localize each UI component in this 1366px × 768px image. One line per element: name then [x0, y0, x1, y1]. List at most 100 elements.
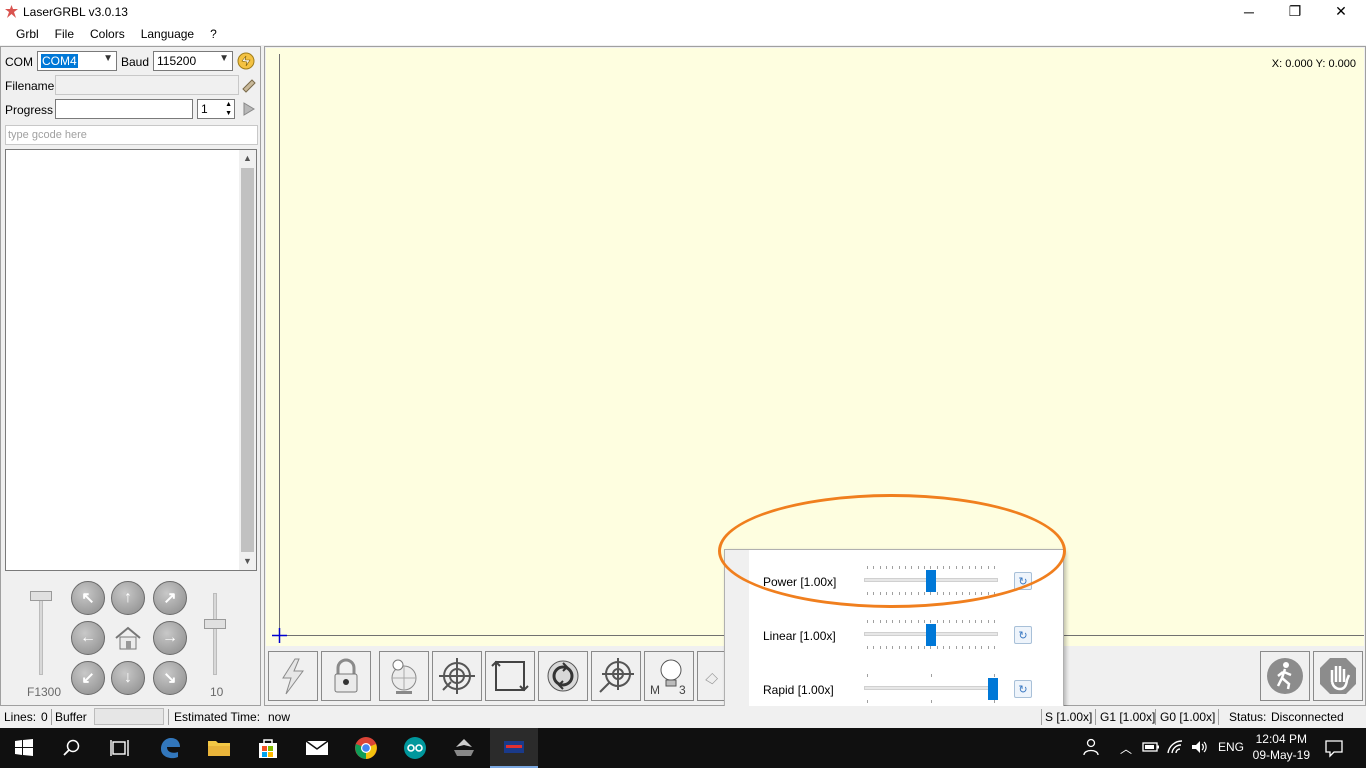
- maximize-button[interactable]: ❐: [1272, 0, 1318, 23]
- jog-down-right-button[interactable]: ↘: [153, 661, 187, 695]
- battery-icon[interactable]: [1142, 740, 1160, 754]
- status-separator: [1095, 709, 1096, 725]
- scroll-down-icon[interactable]: ▼: [239, 553, 256, 570]
- status-label: Status:: [1229, 710, 1267, 724]
- baud-rate-select[interactable]: 115200 ▼: [153, 51, 233, 71]
- lasergrbl-taskbar-button[interactable]: [490, 728, 538, 768]
- scroll-thumb[interactable]: [241, 168, 254, 552]
- speed-slider-thumb[interactable]: [30, 591, 52, 601]
- rapid-reset-button[interactable]: ↻: [1014, 680, 1032, 698]
- crosshair-icon: [439, 658, 475, 694]
- menu-grbl[interactable]: Grbl: [8, 27, 47, 41]
- step-slider-track[interactable]: [213, 593, 217, 675]
- stepper-arrows-icon[interactable]: ▲ ▼: [225, 100, 232, 118]
- home-icon: [115, 626, 141, 650]
- store-button[interactable]: [244, 728, 292, 768]
- lines-label: Lines:: [4, 710, 37, 724]
- show-hidden-icons[interactable]: ︿: [1120, 740, 1132, 757]
- user-macro-m3-button[interactable]: M3: [644, 651, 694, 701]
- minimize-button[interactable]: ─: [1226, 0, 1272, 23]
- jog-right-button[interactable]: →: [153, 621, 187, 655]
- unlock-button[interactable]: [321, 651, 371, 701]
- jog-down-left-button[interactable]: ↙: [71, 661, 105, 695]
- target-arrow-icon: [599, 658, 634, 693]
- annotation-highlight: [718, 494, 1066, 608]
- center-button[interactable]: [432, 651, 482, 701]
- jog-up-left-button[interactable]: ↖: [71, 581, 105, 615]
- laser-app-icon: [5, 5, 18, 18]
- chrome-button[interactable]: [342, 728, 390, 768]
- connect-icon[interactable]: [236, 51, 256, 71]
- rotate-button[interactable]: [538, 651, 588, 701]
- console-log[interactable]: ▲ ▼: [5, 149, 257, 571]
- rapid-ticks-bottom: [867, 700, 995, 704]
- copies-stepper[interactable]: 1 ▲ ▼: [197, 99, 235, 119]
- input-language[interactable]: ENG: [1218, 740, 1244, 754]
- linear-reset-button[interactable]: ↻: [1014, 626, 1032, 644]
- start-button[interactable]: [0, 728, 48, 768]
- step-slider-thumb[interactable]: [204, 619, 226, 629]
- status-separator: [1155, 709, 1156, 725]
- estimated-time-value: now: [268, 710, 291, 724]
- file-explorer-button[interactable]: [195, 728, 243, 768]
- jog-down-button[interactable]: ↓: [111, 661, 145, 695]
- resume-button[interactable]: [1260, 651, 1310, 701]
- volume-icon[interactable]: [1190, 739, 1208, 755]
- open-file-icon[interactable]: [240, 76, 258, 94]
- jog-up-button[interactable]: ↑: [111, 581, 145, 615]
- reset-icon: ↻: [1018, 629, 1028, 642]
- scroll-up-icon[interactable]: ▲: [239, 150, 256, 167]
- com-port-select[interactable]: COM4 ▼: [37, 51, 117, 71]
- s-override-status: S [1.00x]: [1045, 710, 1093, 724]
- buffer-progress-bar: [94, 708, 164, 725]
- stop-button[interactable]: [1313, 651, 1363, 701]
- linear-slider-thumb[interactable]: [926, 624, 936, 646]
- rapid-override-slider[interactable]: [864, 686, 998, 690]
- menu-help[interactable]: ?: [202, 27, 225, 41]
- system-clock[interactable]: 12:04 PM 09-May-19: [1253, 731, 1310, 763]
- console-scrollbar[interactable]: ▲ ▼: [239, 150, 256, 570]
- frame-icon: [491, 660, 529, 692]
- y-axis-line: [279, 54, 280, 638]
- rapid-override-label: Rapid [1.00x]: [763, 683, 834, 697]
- task-view-button[interactable]: [96, 728, 144, 768]
- com-label: COM: [5, 55, 33, 69]
- bulb-m3-icon: M3: [650, 659, 686, 696]
- arduino-button[interactable]: [391, 728, 439, 768]
- filename-label: Filename: [5, 79, 55, 93]
- arrow-up-icon: ↑: [124, 589, 132, 606]
- filename-field: [55, 75, 239, 95]
- reset-grbl-button[interactable]: [268, 651, 318, 701]
- frame-button[interactable]: [485, 651, 535, 701]
- app-button[interactable]: [440, 728, 488, 768]
- linear-override-label: Linear [1.00x]: [763, 629, 836, 643]
- padlock-icon: [334, 658, 358, 693]
- status-bar: Lines: 0 Buffer Estimated Time: now S [1…: [0, 706, 1366, 728]
- jog-left-button[interactable]: ←: [71, 621, 105, 655]
- jog-up-right-button[interactable]: ↗: [153, 581, 187, 615]
- move-to-origin-button[interactable]: [591, 651, 641, 701]
- homing-button[interactable]: [379, 651, 429, 701]
- coordinates-readout: X: 0.000 Y: 0.000: [1271, 58, 1356, 70]
- menu-language[interactable]: Language: [133, 27, 202, 41]
- rapid-slider-thumb[interactable]: [988, 678, 998, 700]
- windows-taskbar: ︿ ENG 12:04 PM 09-May-19: [0, 728, 1366, 768]
- wifi-icon[interactable]: [1166, 739, 1184, 755]
- home-button[interactable]: [111, 621, 145, 655]
- speed-slider-track[interactable]: [39, 593, 43, 675]
- g1-override-status: G1 [1.00x]: [1100, 710, 1156, 724]
- eraser-button[interactable]: [697, 651, 725, 701]
- globe-pin-icon: [391, 659, 417, 694]
- status-separator: [1218, 709, 1219, 725]
- mail-button[interactable]: [293, 728, 341, 768]
- menu-colors[interactable]: Colors: [82, 27, 133, 41]
- search-button[interactable]: [48, 728, 96, 768]
- people-icon[interactable]: [1083, 738, 1101, 756]
- edge-browser-button[interactable]: [146, 728, 194, 768]
- gcode-input[interactable]: type gcode here: [5, 125, 258, 145]
- notifications-icon[interactable]: [1324, 738, 1344, 758]
- run-icon[interactable]: [241, 101, 257, 117]
- close-button[interactable]: ✕: [1318, 0, 1364, 23]
- menu-file[interactable]: File: [47, 27, 82, 41]
- store-bag-icon: [259, 739, 277, 758]
